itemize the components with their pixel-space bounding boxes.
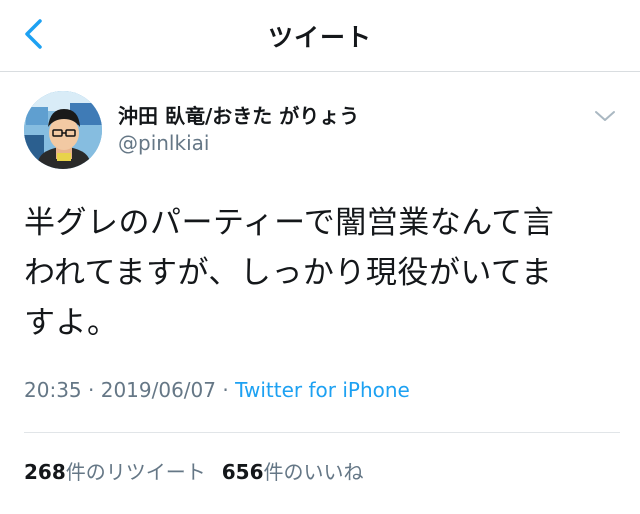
likes-stat[interactable]: 656件のいいね [222, 460, 364, 484]
author-name[interactable]: 沖田 臥竜/おきた がりょう [118, 100, 359, 129]
tweet-time: 20:35 [24, 378, 82, 402]
tweet-text: 半グレのパーティーで闇営業なんて言 われてますが、しっかり現役がいてま すよ。 [24, 198, 620, 348]
meta-separator: · [81, 378, 101, 402]
tweet-source-link[interactable]: Twitter for iPhone [235, 378, 410, 402]
page-title: ツイート [267, 23, 372, 52]
tweet-stats: 268件のリツイート 656件のいいね [24, 456, 364, 485]
tweet-text-line: すよ。 [24, 305, 119, 341]
tweet-text-line: 半グレのパーティーで闇営業なんて言 [24, 205, 555, 241]
avatar[interactable] [24, 91, 102, 169]
nav-bar: ツイート [0, 0, 640, 72]
divider [24, 432, 620, 433]
chevron-down-icon[interactable] [592, 106, 618, 126]
avatar-image [24, 91, 102, 169]
retweets-count: 268 [24, 460, 66, 484]
tweet-date: 2019/06/07 [100, 378, 216, 402]
meta-separator: · [216, 378, 236, 402]
likes-count: 656 [221, 460, 264, 484]
author-handle[interactable]: @pinlkiai [118, 131, 209, 155]
tweet-meta: 20:35 · 2019/06/07 · Twitter for iPhone [24, 378, 410, 402]
retweets-label: 件のリツイート [65, 460, 206, 484]
tweet-text-line: われてますが、しっかり現役がいてま [24, 255, 553, 291]
likes-label: 件のいいね [263, 460, 364, 484]
retweets-stat[interactable]: 268件のリツイート [24, 460, 206, 484]
